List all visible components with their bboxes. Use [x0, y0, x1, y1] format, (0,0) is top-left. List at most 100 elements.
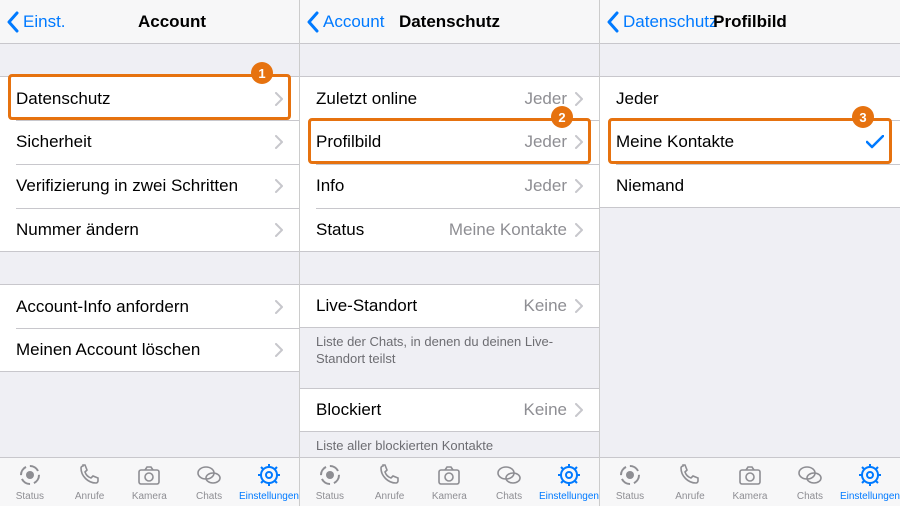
- chevron-right-icon: [575, 403, 583, 417]
- chevron-right-icon: [575, 299, 583, 313]
- tab-chats[interactable]: Chats: [479, 458, 539, 506]
- cell-value: Keine: [524, 296, 567, 316]
- cell-group: Datenschutz Sicherheit Verifizierung in zw…: [0, 76, 299, 252]
- status-icon: [317, 463, 343, 490]
- settings-cell[interactable]: BlockiertKeine: [300, 388, 599, 432]
- group-footer: Liste der Chats, in denen du deinen Live…: [300, 328, 599, 372]
- content: Zuletzt online Jeder ProfilbildJederInfoJe…: [300, 44, 599, 457]
- chevron-right-icon: [275, 135, 283, 149]
- tab-label: Kamera: [132, 491, 167, 502]
- chevron-right-icon: [575, 92, 583, 106]
- cell-label: Account-Info anfordern: [16, 297, 275, 317]
- phone-icon: [77, 463, 103, 490]
- navbar: AccountDatenschutz: [300, 0, 599, 44]
- cell-label: Blockiert: [316, 400, 524, 420]
- checkmark-icon: [866, 135, 884, 149]
- cell-label: Niemand: [616, 176, 884, 196]
- cell-group: Zuletzt online Jeder ProfilbildJederInfoJe…: [300, 76, 599, 252]
- chats-icon: [496, 463, 522, 490]
- tab-status[interactable]: Status: [0, 458, 60, 506]
- settings-cell[interactable]: Datenschutz: [0, 76, 299, 120]
- tab-gear[interactable]: Einstellungen: [840, 458, 900, 506]
- tab-gear[interactable]: Einstellungen: [239, 458, 299, 506]
- cell-label: Profilbild: [316, 132, 524, 152]
- cell-group: Live-StandortKeine: [300, 284, 599, 328]
- cell-label: Nummer ändern: [16, 220, 275, 240]
- cell-label: Jeder: [616, 89, 884, 109]
- chevron-right-icon: [275, 92, 283, 106]
- tab-chats[interactable]: Chats: [179, 458, 239, 506]
- nav-back-button[interactable]: Account: [300, 11, 384, 33]
- settings-cell[interactable]: Meinen Account löschen: [0, 328, 299, 372]
- tab-label: Kamera: [432, 491, 467, 502]
- camera-icon: [136, 463, 162, 490]
- tab-label: Chats: [496, 491, 522, 502]
- settings-cell[interactable]: StatusMeine Kontakte: [300, 208, 599, 252]
- cell-label: Zuletzt online: [316, 89, 524, 109]
- chevron-right-icon: [275, 223, 283, 237]
- nav-back-label: Datenschutz: [623, 12, 718, 32]
- tab-label: Chats: [797, 491, 823, 502]
- settings-cell[interactable]: Nummer ändern: [0, 208, 299, 252]
- tab-label: Anrufe: [75, 491, 104, 502]
- nav-back-button[interactable]: Datenschutz: [600, 11, 718, 33]
- tab-label: Status: [16, 491, 44, 502]
- group-footer: Liste aller blockierten Kontakte: [300, 432, 599, 457]
- cell-value: Meine Kontakte: [449, 220, 567, 240]
- settings-cell[interactable]: Verifizierung in zwei Schritten: [0, 164, 299, 208]
- tab-label: Anrufe: [675, 491, 704, 502]
- content: Jeder Meine Kontakte Niemand: [600, 44, 900, 457]
- chevron-right-icon: [575, 223, 583, 237]
- tab-camera[interactable]: Kamera: [419, 458, 479, 506]
- tab-phone[interactable]: Anrufe: [660, 458, 720, 506]
- phone-icon: [377, 463, 403, 490]
- panel-2: DatenschutzProfilbild Jeder Meine Kontakte…: [600, 0, 900, 506]
- tab-status[interactable]: Status: [600, 458, 660, 506]
- tab-label: Einstellungen: [239, 491, 299, 502]
- tab-label: Status: [316, 491, 344, 502]
- tab-camera[interactable]: Kamera: [720, 458, 780, 506]
- tab-phone[interactable]: Anrufe: [360, 458, 420, 506]
- cell-value: Jeder: [524, 176, 567, 196]
- tab-chats[interactable]: Chats: [780, 458, 840, 506]
- settings-cell[interactable]: ProfilbildJeder: [300, 120, 599, 164]
- navbar: DatenschutzProfilbild: [600, 0, 900, 44]
- settings-cell[interactable]: Account-Info anfordern: [0, 284, 299, 328]
- content: Datenschutz Sicherheit Verifizierung in zw…: [0, 44, 299, 457]
- tab-label: Status: [616, 491, 644, 502]
- chevron-right-icon: [275, 179, 283, 193]
- cell-label: Meine Kontakte: [616, 132, 866, 152]
- cell-label: Meinen Account löschen: [16, 340, 275, 360]
- settings-cell[interactable]: Sicherheit: [0, 120, 299, 164]
- settings-cell[interactable]: InfoJeder: [300, 164, 599, 208]
- chevron-right-icon: [275, 343, 283, 357]
- navbar: Einst.Account: [0, 0, 299, 44]
- tab-label: Einstellungen: [539, 491, 599, 502]
- tab-camera[interactable]: Kamera: [119, 458, 179, 506]
- settings-cell[interactable]: Niemand: [600, 164, 900, 208]
- tab-status[interactable]: Status: [300, 458, 360, 506]
- cell-group: Account-Info anfordern Meinen Account lös…: [0, 284, 299, 372]
- tab-phone[interactable]: Anrufe: [60, 458, 120, 506]
- gear-icon: [256, 463, 282, 490]
- tab-gear[interactable]: Einstellungen: [539, 458, 599, 506]
- chats-icon: [797, 463, 823, 490]
- camera-icon: [737, 463, 763, 490]
- settings-cell[interactable]: Meine Kontakte: [600, 120, 900, 164]
- panel-0: Einst.Account Datenschutz Sicherheit Verifi…: [0, 0, 300, 506]
- settings-cell[interactable]: Live-StandortKeine: [300, 284, 599, 328]
- tabbar: Status Anrufe Kamera Chats Einstellungen: [300, 457, 599, 506]
- gear-icon: [556, 463, 582, 490]
- cell-label: Live-Standort: [316, 296, 524, 316]
- status-icon: [617, 463, 643, 490]
- tab-label: Kamera: [732, 491, 767, 502]
- camera-icon: [436, 463, 462, 490]
- chats-icon: [196, 463, 222, 490]
- cell-value: Keine: [524, 400, 567, 420]
- phone-icon: [677, 463, 703, 490]
- panel-1: AccountDatenschutz Zuletzt online Jeder Pro…: [300, 0, 600, 506]
- nav-back-button[interactable]: Einst.: [0, 11, 66, 33]
- cell-label: Sicherheit: [16, 132, 275, 152]
- chevron-right-icon: [275, 300, 283, 314]
- tab-label: Anrufe: [375, 491, 404, 502]
